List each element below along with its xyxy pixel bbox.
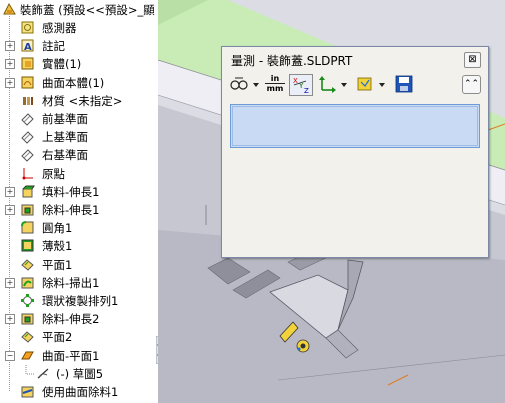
close-icon: ⊠ bbox=[468, 54, 477, 65]
measure-results-inner bbox=[232, 106, 478, 146]
tree-item[interactable]: + 填料-伸長1 bbox=[0, 183, 158, 201]
tree-item[interactable]: + 實體(1) bbox=[0, 55, 158, 73]
show-xyz-button[interactable]: X Y Z bbox=[289, 74, 313, 96]
svg-text:A: A bbox=[24, 42, 32, 53]
plane-icon bbox=[21, 131, 34, 144]
chevron-up-icon: ⌃⌃ bbox=[463, 79, 480, 89]
part-icon bbox=[3, 2, 16, 15]
tree-item-label: 材質 <未指定> bbox=[42, 94, 123, 108]
shell-icon bbox=[21, 239, 34, 252]
feature-manager-tree: 裝飾蓋 (預設<<預設>_顯 感測器 + A 註記 + 實體(1) + 曲面本體(1) 材質 <… bbox=[0, 0, 159, 403]
expand-toggle-icon[interactable]: + bbox=[5, 59, 15, 69]
measure-dialog: 量測 - 裝飾蓋.SLDPRT ⊠ in mm X Y Z ⌃⌃ bbox=[221, 46, 489, 258]
tree-item[interactable]: + 除料-伸長1 bbox=[0, 201, 158, 219]
tree-item-label: 除料-伸長1 bbox=[42, 203, 100, 217]
plane-icon bbox=[21, 149, 34, 162]
tree-item-label: 環狀複製排列1 bbox=[42, 294, 119, 308]
expand-toggle-icon[interactable]: + bbox=[5, 205, 15, 215]
dialog-title: 量測 - 裝飾蓋.SLDPRT bbox=[231, 54, 353, 68]
tree-item-label: 上基準面 bbox=[42, 130, 88, 144]
tree-item[interactable]: + 曲面本體(1) bbox=[0, 74, 158, 92]
sensor-icon bbox=[21, 21, 34, 34]
tree-item-label: 填料-伸長1 bbox=[42, 185, 100, 199]
cut-extrude-icon bbox=[21, 204, 34, 216]
tree-item[interactable]: 薄殼1 bbox=[0, 237, 158, 255]
tree-item[interactable]: − 曲面-平面1 bbox=[0, 347, 158, 365]
tree-item[interactable]: (-) 草圖5 bbox=[0, 365, 158, 383]
surface-planar-icon bbox=[21, 351, 34, 360]
tree-item-label: 除料-伸長2 bbox=[42, 312, 100, 326]
units-precision-button[interactable]: in mm bbox=[265, 74, 285, 94]
tree-item-label: 感測器 bbox=[42, 21, 77, 35]
tree-item[interactable]: + 除料-掃出1 bbox=[0, 274, 158, 292]
tree-item-label: 使用曲面除料1 bbox=[42, 385, 119, 399]
tree-item[interactable]: + A 註記 bbox=[0, 37, 158, 55]
tree-item-label: 除料-掃出1 bbox=[42, 276, 100, 290]
surface-bodies-icon bbox=[21, 76, 34, 89]
tree-item-label: 圓角1 bbox=[42, 221, 73, 235]
tree-item-label: 曲面-平面1 bbox=[42, 349, 100, 363]
boss-extrude-icon bbox=[22, 185, 35, 198]
origin-icon bbox=[22, 168, 33, 180]
sketch-icon bbox=[37, 368, 49, 379]
cut-extrude-icon bbox=[21, 313, 34, 325]
collapse-dialog-button[interactable]: ⌃⌃ bbox=[462, 75, 481, 94]
plane-feature-icon bbox=[21, 259, 34, 271]
measure-results-box bbox=[230, 104, 480, 148]
material-icon bbox=[23, 97, 33, 105]
tree-item[interactable]: 平面1 bbox=[0, 256, 158, 274]
arc-circle-options-button[interactable] bbox=[228, 74, 262, 94]
expand-toggle-icon[interactable]: + bbox=[5, 278, 15, 288]
tree-item[interactable]: 感測器 bbox=[0, 19, 158, 37]
tree-item[interactable]: 使用曲面除料1 bbox=[0, 383, 158, 401]
tree-item-label: 註記 bbox=[42, 39, 65, 53]
expand-toggle-icon[interactable]: − bbox=[5, 351, 15, 361]
expand-toggle-icon[interactable]: + bbox=[5, 41, 15, 51]
tree-item[interactable]: 圓角1 bbox=[0, 219, 158, 237]
cut-sweep-icon bbox=[21, 277, 34, 289]
expand-toggle-icon[interactable]: + bbox=[5, 78, 15, 88]
tree-item[interactable]: 右基準面 bbox=[0, 146, 158, 164]
svg-text:Z: Z bbox=[304, 87, 309, 95]
tree-item-label: 原點 bbox=[42, 167, 65, 181]
plane-feature-icon bbox=[21, 331, 34, 343]
projection-options-button[interactable] bbox=[316, 74, 350, 94]
tree-item-label: 曲面本體(1) bbox=[42, 76, 105, 90]
plane-icon bbox=[21, 113, 34, 126]
tree-item-label: (-) 草圖5 bbox=[56, 367, 104, 381]
annotation-icon: A bbox=[21, 39, 34, 53]
tree-item-label: 平面2 bbox=[42, 330, 73, 344]
units-bottom-label: mm bbox=[265, 83, 285, 93]
tree-item[interactable]: 原點 bbox=[0, 165, 158, 183]
tree-item[interactable]: 前基準面 bbox=[0, 110, 158, 128]
tree-item[interactable]: 平面2 bbox=[0, 328, 158, 346]
tree-item-label: 前基準面 bbox=[42, 112, 88, 126]
tree-item[interactable]: + 除料-伸長2 bbox=[0, 310, 158, 328]
dialog-close-button[interactable]: ⊠ bbox=[464, 52, 481, 68]
tree-item-label: 平面1 bbox=[42, 258, 73, 272]
expand-toggle-icon[interactable]: + bbox=[5, 187, 15, 197]
tree-connector-icon bbox=[25, 365, 34, 375]
circular-pattern-icon bbox=[21, 294, 34, 307]
tree-item-label: 右基準面 bbox=[42, 148, 88, 162]
tree-item[interactable]: 材質 <未指定> bbox=[0, 92, 158, 110]
tree-item-label: 薄殼1 bbox=[42, 239, 73, 253]
tree-item[interactable]: 環狀複製排列1 bbox=[0, 292, 158, 310]
tree-root[interactable]: 裝飾蓋 (預設<<預設>_顯 bbox=[0, 1, 158, 19]
measure-toolbar: in mm X Y Z bbox=[228, 73, 480, 97]
save-icon[interactable] bbox=[394, 74, 414, 94]
units-top-label: in bbox=[270, 74, 280, 83]
tree-item-label: 實體(1) bbox=[42, 57, 82, 71]
surface-cut-icon bbox=[21, 386, 34, 398]
solid-bodies-icon bbox=[21, 57, 34, 70]
tree-item[interactable]: 上基準面 bbox=[0, 128, 158, 146]
tree-root-label: 裝飾蓋 (預設<<預設>_顯 bbox=[20, 3, 155, 17]
measurement-history-button[interactable] bbox=[355, 74, 389, 94]
fillet-icon bbox=[21, 221, 34, 234]
expand-toggle-icon[interactable]: + bbox=[5, 314, 15, 324]
